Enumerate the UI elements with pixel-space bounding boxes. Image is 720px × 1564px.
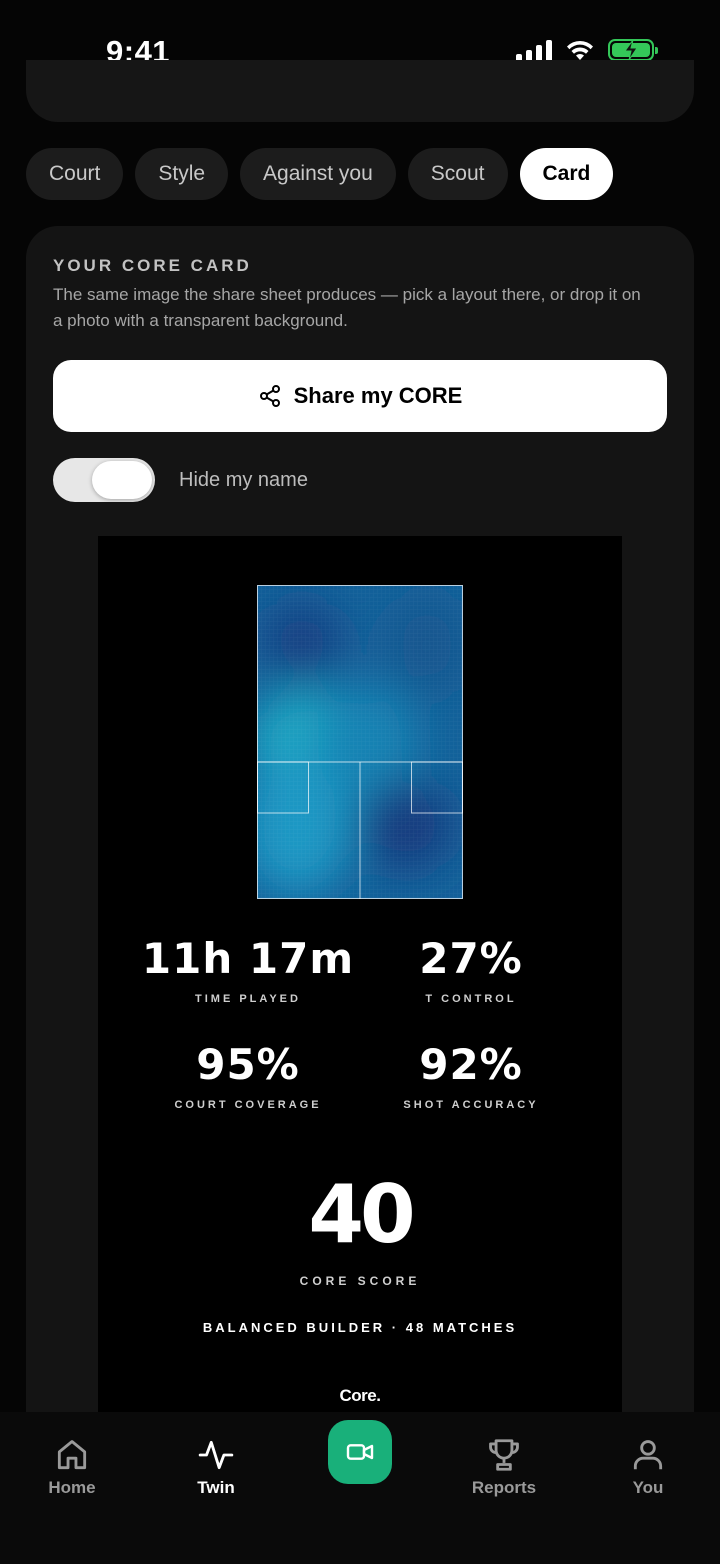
previous-card-edge	[26, 60, 694, 122]
stat-label: SHOT ACCURACY	[403, 1099, 539, 1111]
nav-label: Home	[48, 1478, 96, 1497]
share-button[interactable]: Share my CORE	[53, 360, 667, 432]
battery-charging-icon	[608, 39, 658, 61]
tab-style[interactable]: Style	[135, 148, 229, 200]
tab-bar: Court Style Against you Scout Card	[26, 148, 614, 200]
home-icon	[57, 1440, 87, 1470]
core-score-value: 40	[308, 1168, 415, 1261]
nav-label: You	[632, 1478, 664, 1497]
stat-value: 27%	[419, 934, 523, 983]
stat-t-control: 27% T CONTROL	[341, 934, 601, 1005]
core-card-section: YOUR CORE CARD The same image the share …	[26, 226, 694, 1486]
card-preview: 11h 17m TIME PLAYED 27% T CONTROL 95% CO…	[98, 536, 622, 1486]
person-icon	[633, 1440, 663, 1470]
tab-scout[interactable]: Scout	[407, 148, 508, 200]
nav-home[interactable]: Home	[12, 1436, 132, 1498]
stat-value: 11h 17m	[141, 934, 355, 983]
status-icons	[516, 38, 658, 62]
hide-name-label: Hide my name	[179, 468, 308, 491]
trophy-icon	[489, 1439, 519, 1471]
hide-name-row: Hide my name	[53, 458, 308, 502]
hide-name-toggle[interactable]	[53, 458, 155, 502]
share-icon	[259, 385, 280, 407]
record-button[interactable]	[328, 1420, 392, 1484]
tab-card[interactable]: Card	[519, 148, 614, 200]
section-description: The same image the share sheet produces …	[53, 285, 641, 330]
nav-twin[interactable]: Twin	[156, 1436, 276, 1498]
toggle-knob	[92, 461, 152, 499]
video-camera-icon	[346, 1444, 374, 1460]
section-title: YOUR CORE CARD	[53, 256, 252, 275]
cellular-signal-icon	[516, 38, 552, 62]
tab-court[interactable]: Court	[26, 148, 124, 200]
stat-court-coverage: 95% COURT COVERAGE	[118, 1040, 378, 1111]
nav-you[interactable]: You	[588, 1436, 708, 1498]
brand-logo: Core.	[339, 1386, 381, 1405]
stat-time-played: 11h 17m TIME PLAYED	[118, 934, 378, 1005]
stat-value: 95%	[196, 1040, 300, 1089]
core-score-label: CORE SCORE	[299, 1274, 421, 1288]
archetype-label: BALANCED BUILDER · 48 MATCHES	[202, 1320, 518, 1335]
nav-reports[interactable]: Reports	[444, 1436, 564, 1498]
nav-label: Reports	[471, 1478, 537, 1497]
bottom-nav: Home Twin Reports You	[0, 1412, 720, 1564]
wifi-icon	[567, 40, 593, 60]
share-button-label: Share my CORE	[293, 383, 463, 408]
stat-label: T CONTROL	[425, 993, 517, 1005]
stat-value: 92%	[419, 1040, 523, 1089]
tab-against-you[interactable]: Against you	[240, 148, 396, 200]
court-heatmap	[257, 585, 463, 899]
pulse-icon	[198, 1440, 234, 1470]
stat-label: TIME PLAYED	[195, 993, 301, 1005]
nav-label: Twin	[197, 1478, 235, 1497]
stat-shot-accuracy: 92% SHOT ACCURACY	[341, 1040, 601, 1111]
stat-label: COURT COVERAGE	[174, 1099, 322, 1111]
